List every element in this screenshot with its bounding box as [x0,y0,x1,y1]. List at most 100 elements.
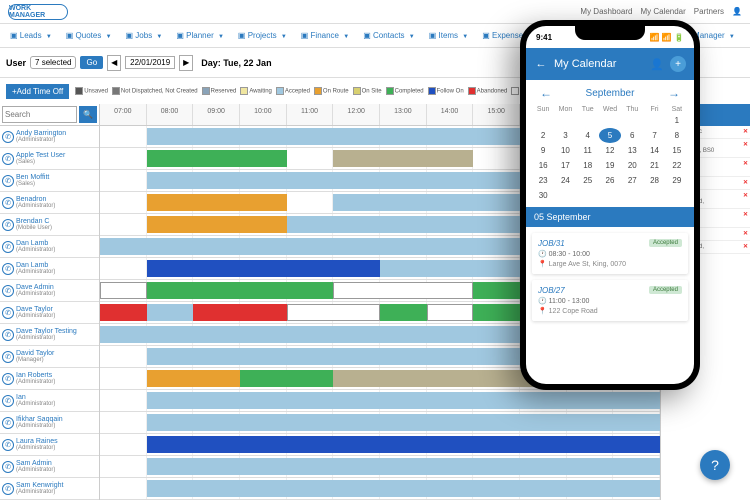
calendar-day[interactable]: 19 [599,158,621,173]
calendar-day[interactable]: 10 [554,143,576,158]
appointment-card[interactable]: AcceptedJOB/31🕐 08:30 - 10:00📍 Large Ave… [532,233,688,274]
calendar-day[interactable]: 23 [532,173,554,188]
phone-user-icon[interactable]: 👤 [650,57,664,71]
task-block[interactable] [147,436,660,453]
user-row[interactable]: ✆Ian(Administrator) [0,390,99,412]
task-block[interactable] [100,304,147,321]
calendar-day[interactable]: 14 [643,143,665,158]
schedule-row[interactable] [100,390,660,412]
task-block[interactable] [147,414,660,431]
calendar-day[interactable]: 18 [577,158,599,173]
add-time-off-button[interactable]: +Add Time Off [6,84,69,99]
calendar-day[interactable]: 12 [599,143,621,158]
appointment-card[interactable]: AcceptedJOB/27🕐 11:00 - 13:00📍 122 Cope … [532,280,688,321]
user-row[interactable]: ✆Ben Moffitt(Sales) [0,170,99,192]
calendar-day[interactable]: 26 [599,173,621,188]
task-block[interactable] [287,304,380,321]
close-icon[interactable]: ✕ [743,179,748,186]
next-day-button[interactable]: ▶ [179,55,193,71]
close-icon[interactable]: ✕ [743,211,748,218]
calendar-day[interactable]: 17 [554,158,576,173]
calendar-day[interactable]: 22 [666,158,688,173]
calendar-day[interactable]: 25 [577,173,599,188]
calendar-day[interactable]: 5 [599,128,621,143]
task-block[interactable] [100,282,147,299]
user-row[interactable]: ✆Sam Admin(Administrator) [0,456,99,478]
prev-day-button[interactable]: ◀ [107,55,121,71]
calendar-day[interactable]: 16 [532,158,554,173]
go-button[interactable]: Go [80,56,103,69]
calendar-day[interactable]: 3 [554,128,576,143]
nav-quotes[interactable]: ▣ Quotes ▼ [60,29,118,42]
schedule-row[interactable] [100,456,660,478]
user-row[interactable]: ✆David Taylor(Manager) [0,346,99,368]
close-icon[interactable]: ✕ [743,128,748,135]
back-icon[interactable]: ← [534,57,548,71]
task-block[interactable] [380,304,427,321]
user-row[interactable]: ✆Laura Raines(Administrator) [0,434,99,456]
calendar-day[interactable]: 2 [532,128,554,143]
schedule-row[interactable] [100,412,660,434]
user-row[interactable]: ✆Ian Roberts(Administrator) [0,368,99,390]
next-month-icon[interactable]: → [668,86,680,100]
task-block[interactable] [147,216,287,233]
my-calendar-link[interactable]: My Calendar [640,7,685,16]
close-icon[interactable]: ✕ [743,141,748,148]
search-button[interactable]: 🔍 [79,106,97,123]
user-row[interactable]: ✆Apple Test User(Sales) [0,148,99,170]
nav-leads[interactable]: ▣ Leads ▼ [4,29,58,42]
nav-items[interactable]: ▣ Items ▼ [423,29,475,42]
user-row[interactable]: ✆Brendan C(Mobile User) [0,214,99,236]
nav-projects[interactable]: ▣ Projects ▼ [232,29,293,42]
close-icon[interactable]: ✕ [743,230,748,237]
user-row[interactable]: ✆Dave Admin(Administrator) [0,280,99,302]
task-block[interactable] [147,392,660,409]
calendar-day[interactable]: 9 [532,143,554,158]
task-block[interactable] [193,304,286,321]
calendar-day[interactable]: 28 [643,173,665,188]
user-row[interactable]: ✆Andy Barrington(Administrator) [0,126,99,148]
task-block[interactable] [333,150,473,167]
task-block[interactable] [147,458,660,475]
task-block[interactable] [147,304,194,321]
phone-add-button[interactable]: + [670,56,686,72]
search-input[interactable] [2,106,77,123]
task-block[interactable] [147,194,287,211]
schedule-row[interactable] [100,478,660,500]
nav-finance[interactable]: ▣ Finance ▼ [295,29,355,42]
user-row[interactable]: ✆Benadron(Administrator) [0,192,99,214]
user-row[interactable]: ✆Dan Lamb(Administrator) [0,236,99,258]
calendar-day[interactable]: 13 [621,143,643,158]
user-avatar-icon[interactable]: 👤 [732,7,742,16]
task-block[interactable] [147,370,240,387]
prev-month-icon[interactable]: ← [540,86,552,100]
task-block[interactable] [333,282,473,299]
calendar-day[interactable]: 21 [643,158,665,173]
user-row[interactable]: ✆Dave Taylor(Administrator) [0,302,99,324]
calendar-day[interactable]: 20 [621,158,643,173]
user-selected-count[interactable]: 7 selected [30,56,76,69]
task-block[interactable] [147,260,380,277]
close-icon[interactable]: ✕ [743,160,748,167]
calendar-day[interactable]: 30 [532,188,554,203]
calendar-day[interactable]: 1 [666,113,688,128]
close-icon[interactable]: ✕ [743,243,748,250]
nav-jobs[interactable]: ▣ Jobs ▼ [120,29,169,42]
user-row[interactable]: ✆Ifikhar Saqqain(Administrator) [0,412,99,434]
help-fab[interactable]: ? [700,450,730,480]
calendar-day[interactable]: 6 [621,128,643,143]
calendar-day[interactable]: 24 [554,173,576,188]
calendar-day[interactable]: 29 [666,173,688,188]
task-block[interactable] [147,282,334,299]
user-row[interactable]: ✆Dave Taylor Testing(Administrator) [0,324,99,346]
calendar-day[interactable]: 7 [643,128,665,143]
partners-link[interactable]: Partners [694,7,724,16]
user-row[interactable]: ✆Dan Lamb(Administrator) [0,258,99,280]
close-icon[interactable]: ✕ [743,192,748,199]
calendar-day[interactable]: 27 [621,173,643,188]
my-dashboard-link[interactable]: My Dashboard [580,7,632,16]
schedule-row[interactable] [100,434,660,456]
calendar-day[interactable]: 8 [666,128,688,143]
nav-contacts[interactable]: ▣ Contacts ▼ [357,29,421,42]
calendar-day[interactable]: 4 [577,128,599,143]
